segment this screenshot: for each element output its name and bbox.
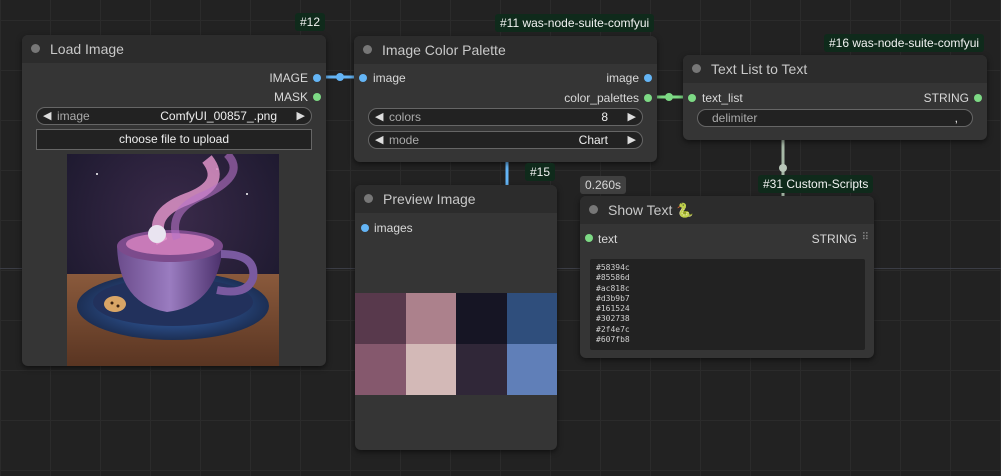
- prev-arrow-icon[interactable]: ◀: [375, 133, 383, 146]
- output-image-label: image: [606, 71, 639, 85]
- text-list-to-text-node[interactable]: Text List to Text text_list STRING delim…: [683, 55, 987, 140]
- colors-widget-value: 8: [601, 110, 608, 124]
- preview-image-node[interactable]: Preview Image images: [355, 185, 557, 450]
- palette-swatch: [405, 344, 456, 395]
- mode-widget[interactable]: ◀ mode Chart ▶: [368, 131, 643, 149]
- link-color-palettes-midpoint: [665, 93, 673, 101]
- show-text-output-area[interactable]: #58394c #85586d #ac818c #d3b9b7 #161524 …: [590, 259, 865, 350]
- show-text-badge: #31 Custom-Scripts: [758, 175, 874, 193]
- grid-dots-icon[interactable]: ⠿: [862, 232, 869, 243]
- show-text-title-text: Show Text: [608, 202, 673, 218]
- palette-swatch: [355, 293, 406, 344]
- input-text-label: text: [598, 232, 618, 246]
- text-list-title-bar[interactable]: Text List to Text: [683, 55, 987, 83]
- text-list-title: Text List to Text: [711, 61, 808, 77]
- text-line: #ac818c: [596, 283, 630, 293]
- output-color-palettes-slot[interactable]: [644, 94, 652, 102]
- output-image-slot[interactable]: [644, 74, 652, 82]
- preview-title-bar[interactable]: Preview Image: [355, 185, 557, 213]
- palette-swatch: [405, 293, 456, 344]
- text-line: #58394c: [596, 263, 630, 272]
- snake-icon: 🐍: [676, 202, 694, 218]
- palette-badge: #11 was-node-suite-comfyui: [495, 14, 655, 32]
- preview-title: Preview Image: [383, 191, 476, 207]
- prev-arrow-icon[interactable]: ◀: [43, 109, 51, 122]
- load-image-title: Load Image: [50, 41, 124, 57]
- show-text-title-bar[interactable]: Show Text 🐍: [580, 196, 874, 224]
- text-line: #161524: [596, 304, 630, 314]
- palette-title: Image Color Palette: [382, 42, 506, 58]
- input-text-slot[interactable]: [585, 234, 593, 242]
- delimiter-widget[interactable]: delimiter ,: [697, 109, 973, 127]
- palette-swatch: [355, 344, 406, 395]
- input-text-list-slot[interactable]: [688, 94, 696, 102]
- link-image-midpoint: [336, 73, 344, 81]
- image-widget-value: ComfyUI_00857_.png: [160, 109, 277, 123]
- next-arrow-icon[interactable]: ▶: [628, 110, 636, 123]
- input-images-label: images: [374, 221, 413, 235]
- colors-widget-name: colors: [389, 110, 422, 124]
- preview-badge: #15: [525, 163, 556, 181]
- collapse-dot-icon[interactable]: [364, 194, 373, 203]
- output-mask-label: MASK: [273, 90, 308, 104]
- palette-swatch: [456, 293, 507, 344]
- text-line: #85586d: [596, 273, 630, 283]
- collapse-dot-icon[interactable]: [363, 45, 372, 54]
- load-image-badge: #12: [295, 13, 326, 31]
- load-image-title-bar[interactable]: Load Image: [22, 35, 326, 63]
- next-arrow-icon[interactable]: ▶: [297, 109, 305, 122]
- upload-button[interactable]: choose file to upload: [36, 129, 312, 150]
- palette-swatch: [506, 293, 557, 344]
- load-image-node[interactable]: Load Image IMAGE MASK ◀ image ComfyUI_00…: [22, 35, 326, 366]
- input-images-slot[interactable]: [361, 224, 369, 232]
- next-arrow-icon[interactable]: ▶: [628, 133, 636, 146]
- input-image-label: image: [373, 71, 406, 85]
- output-string-label: STRING: [923, 91, 969, 105]
- palette-title-bar[interactable]: Image Color Palette: [354, 36, 657, 64]
- show-text-node[interactable]: Show Text 🐍 text STRING ⠿ #58394c #85586…: [580, 196, 874, 358]
- input-image-slot[interactable]: [359, 74, 367, 82]
- collapse-dot-icon[interactable]: [589, 205, 598, 214]
- input-text-list-label: text_list: [702, 91, 743, 105]
- output-mask-slot[interactable]: [313, 93, 321, 101]
- output-image-label: IMAGE: [269, 71, 308, 85]
- palette-swatch: [456, 344, 507, 395]
- delimiter-widget-value: ,: [954, 111, 958, 125]
- palette-swatch: [506, 344, 557, 395]
- palette-swatch-grid: [355, 293, 557, 395]
- image-select-widget[interactable]: ◀ image ComfyUI_00857_.png ▶: [36, 107, 312, 125]
- text-list-badge: #16 was-node-suite-comfyui: [824, 34, 985, 52]
- collapse-dot-icon[interactable]: [692, 64, 701, 73]
- execution-time-badge: 0.260s: [580, 176, 627, 194]
- output-color-palettes-label: color_palettes: [564, 91, 639, 105]
- text-line: #d3b9b7: [596, 293, 630, 303]
- colors-widget[interactable]: ◀ colors 8 ▶: [368, 108, 643, 126]
- text-line: #607fb8: [596, 335, 630, 345]
- output-string-label: STRING: [811, 232, 857, 246]
- delimiter-widget-name: delimiter: [712, 111, 758, 125]
- mode-widget-value: Chart: [578, 133, 608, 147]
- mode-widget-name: mode: [389, 133, 420, 147]
- output-string-slot[interactable]: [974, 94, 982, 102]
- show-text-title: Show Text 🐍: [608, 202, 694, 219]
- collapse-dot-icon[interactable]: [31, 44, 40, 53]
- prev-arrow-icon[interactable]: ◀: [375, 110, 383, 123]
- image-preview: [67, 154, 279, 366]
- output-image-slot[interactable]: [313, 74, 321, 82]
- image-widget-name: image: [57, 109, 90, 123]
- text-line: #302738: [596, 314, 630, 324]
- link-string-midpoint: [779, 164, 787, 172]
- image-color-palette-node[interactable]: Image Color Palette image image color_pa…: [354, 36, 657, 162]
- text-line: #2f4e7c: [596, 324, 630, 334]
